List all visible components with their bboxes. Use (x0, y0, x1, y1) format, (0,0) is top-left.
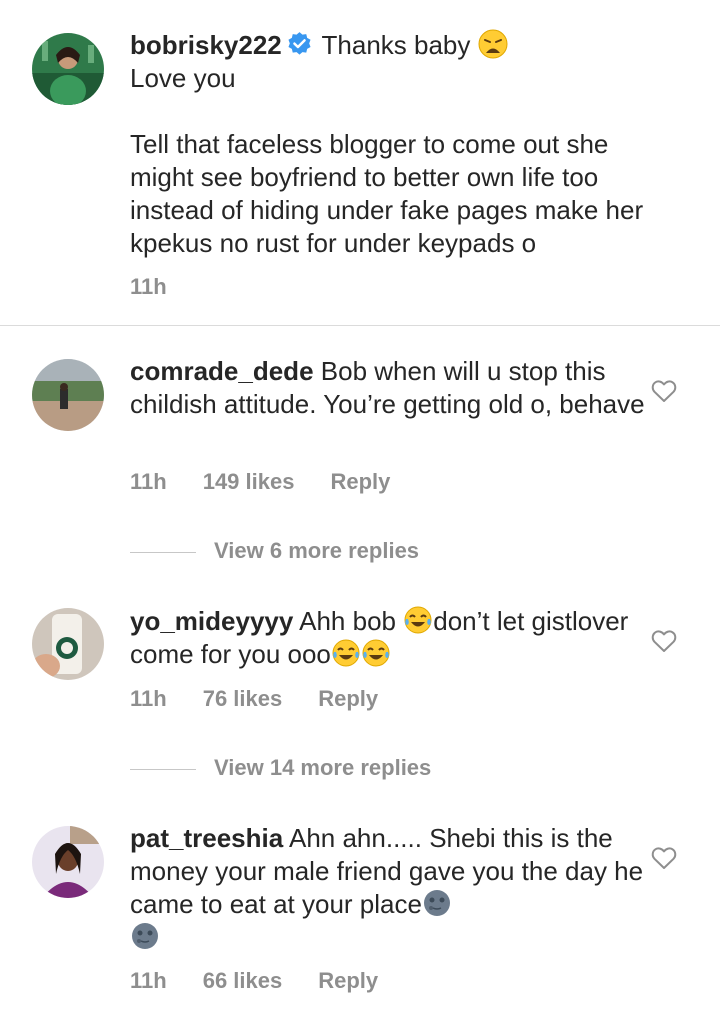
weary-face-emoji (478, 29, 508, 59)
comment-meta: 11h 149 likes Reply (130, 469, 426, 495)
tears-of-joy-emoji (403, 605, 433, 635)
timestamp: 11h (130, 968, 167, 993)
avatar[interactable] (32, 608, 104, 680)
comment-comrade-dede: comrade_dede Bob when will u stop this c… (0, 326, 720, 576)
timestamp: 11h (130, 469, 167, 494)
tears-of-joy-emoji (361, 638, 391, 668)
comment-text-paragraph: Tell that faceless blogger to come out s… (130, 129, 644, 258)
reply-button[interactable]: Reply (318, 686, 378, 712)
comment-meta: 11h (130, 274, 203, 300)
new-moon-face-emoji (130, 921, 160, 951)
avatar[interactable] (32, 33, 104, 105)
comment-meta: 11h 76 likes Reply (130, 686, 414, 712)
username[interactable]: pat_treeshia (130, 823, 283, 853)
likes-count[interactable]: 66 likes (203, 968, 283, 994)
comment-text: comrade_dede Bob when will u stop this c… (130, 355, 650, 421)
comment-meta: 11h 66 likes Reply (130, 968, 414, 994)
replies-line (130, 768, 196, 770)
comment-body-part: Ahh bob (299, 606, 396, 636)
comment-bobrisky222: bobrisky222 Thanks baby Love you Tell th… (0, 0, 720, 325)
likes-count[interactable]: 149 likes (203, 469, 295, 495)
comment-text: pat_treeshia Ahn ahn..... Shebi this is … (130, 822, 650, 954)
timestamp: 11h (130, 686, 167, 711)
like-heart-icon[interactable] (651, 846, 677, 870)
view-more-replies-button[interactable]: View 6 more replies (130, 538, 419, 564)
comment-text: bobrisky222 Thanks baby Love you Tell th… (130, 29, 650, 260)
view-more-replies-button[interactable]: View 14 more replies (130, 755, 431, 781)
comment-yo-mideyyyy: yo_mideyyyy Ahh bob don’t let gistlover … (0, 576, 720, 796)
replies-line (130, 551, 196, 553)
username[interactable]: yo_mideyyyy (130, 606, 293, 636)
comment-text-line: Love you (130, 63, 236, 93)
reply-button[interactable]: Reply (318, 968, 378, 994)
avatar[interactable] (32, 826, 104, 898)
reply-button[interactable]: Reply (330, 469, 390, 495)
comment-pat-treeshia: pat_treeshia Ahn ahn..... Shebi this is … (0, 793, 720, 1034)
avatar[interactable] (32, 359, 104, 431)
like-heart-icon[interactable] (651, 629, 677, 653)
timestamp: 11h (130, 274, 167, 299)
comment-text-line: Thanks baby (321, 30, 471, 60)
like-heart-icon[interactable] (651, 379, 677, 403)
tears-of-joy-emoji (331, 638, 361, 668)
username[interactable]: comrade_dede (130, 356, 314, 386)
view-more-replies-label: View 14 more replies (214, 755, 432, 780)
view-more-replies-label: View 6 more replies (214, 538, 420, 563)
verified-badge-icon (286, 31, 313, 58)
likes-count[interactable]: 76 likes (203, 686, 283, 712)
comment-text: yo_mideyyyy Ahh bob don’t let gistlover … (130, 605, 650, 671)
new-moon-face-emoji (422, 888, 452, 918)
username[interactable]: bobrisky222 (130, 30, 282, 60)
